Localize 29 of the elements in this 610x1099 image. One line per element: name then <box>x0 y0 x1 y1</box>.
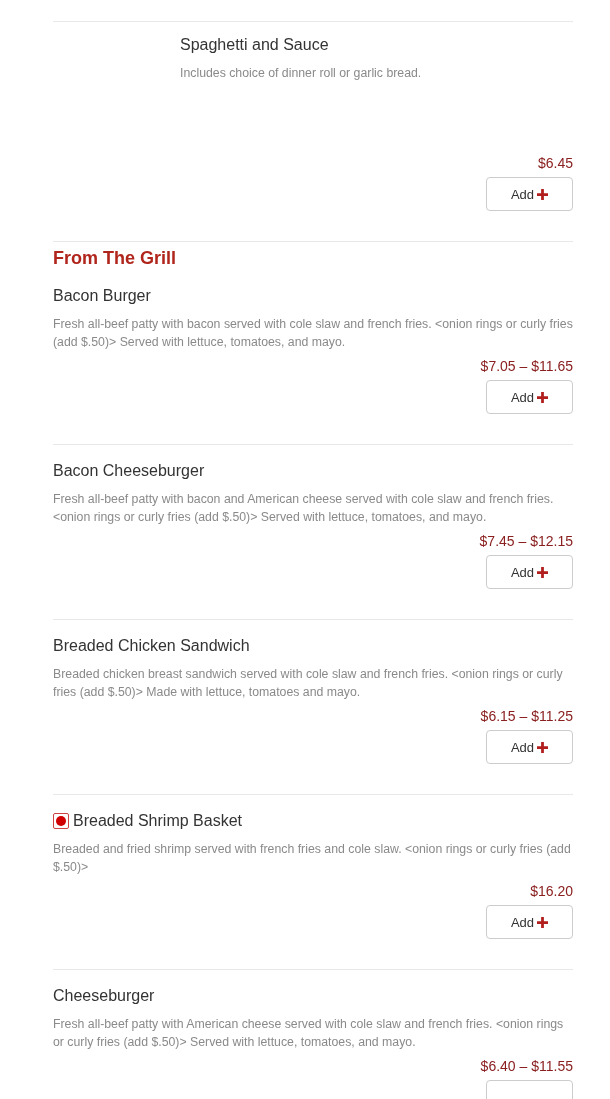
item-price: $7.05 – $11.65 <box>480 357 573 375</box>
item-name: Bacon Burger <box>53 286 151 306</box>
item-description: Fresh all-beef patty with bacon and American cheese served with cole slaw and french fries. <onion rings or curly fries (add $.50)> Served with lettuce, tomatoes, and mayo. <box>53 491 555 526</box>
add-button[interactable]: Add <box>486 555 573 589</box>
item-price: $6.40 – $11.55 <box>480 1057 573 1075</box>
plus-icon <box>537 741 549 753</box>
item-description: Fresh all-beef patty with American cheese served with cole slaw and french fries. <onion rings or curly fries (add $.50)> Served with lettuce, tomatoes, and mayo. <box>53 1016 565 1051</box>
item-price: $6.45 <box>537 154 573 172</box>
section-heading: From The Grill <box>53 247 177 270</box>
item-price: $7.45 – $12.15 <box>479 532 573 550</box>
item-description: Breaded and fried shrimp served with french fries and cole slaw. <onion rings or curly fries (add $.50)> <box>53 841 572 876</box>
item-description: Fresh all-beef patty with bacon served with cole slaw and french fries. <onion rings or curly fries (add $.50)> Served with lettuce, tomatoes, and mayo. <box>53 316 573 351</box>
add-button[interactable]: Add <box>486 730 573 764</box>
item-name: Spaghetti and Sauce <box>180 35 329 55</box>
item-price: $6.15 – $11.25 <box>480 707 573 725</box>
item-description: Includes choice of dinner roll or garlic bread. <box>180 65 423 82</box>
item-name: Cheeseburger <box>53 986 155 1006</box>
add-button[interactable]: Add <box>486 905 573 939</box>
item-name: Breaded Chicken Sandwich <box>53 636 250 656</box>
add-button[interactable]: Add <box>486 380 573 414</box>
plus-icon <box>537 188 549 200</box>
plus-icon <box>537 391 549 403</box>
plus-icon <box>537 566 549 578</box>
plus-icon <box>537 916 549 928</box>
item-name: Breaded Shrimp Basket <box>73 811 242 831</box>
item-price: $16.20 <box>530 882 573 900</box>
item-description: Breaded chicken breast sandwich served with cole slaw and french fries. <onion rings or curly fries (add $.50)> Made with lettuce, tomatoes and mayo. <box>53 666 564 701</box>
add-button[interactable]: Add <box>486 177 573 211</box>
item-name: Bacon Cheeseburger <box>53 461 205 481</box>
